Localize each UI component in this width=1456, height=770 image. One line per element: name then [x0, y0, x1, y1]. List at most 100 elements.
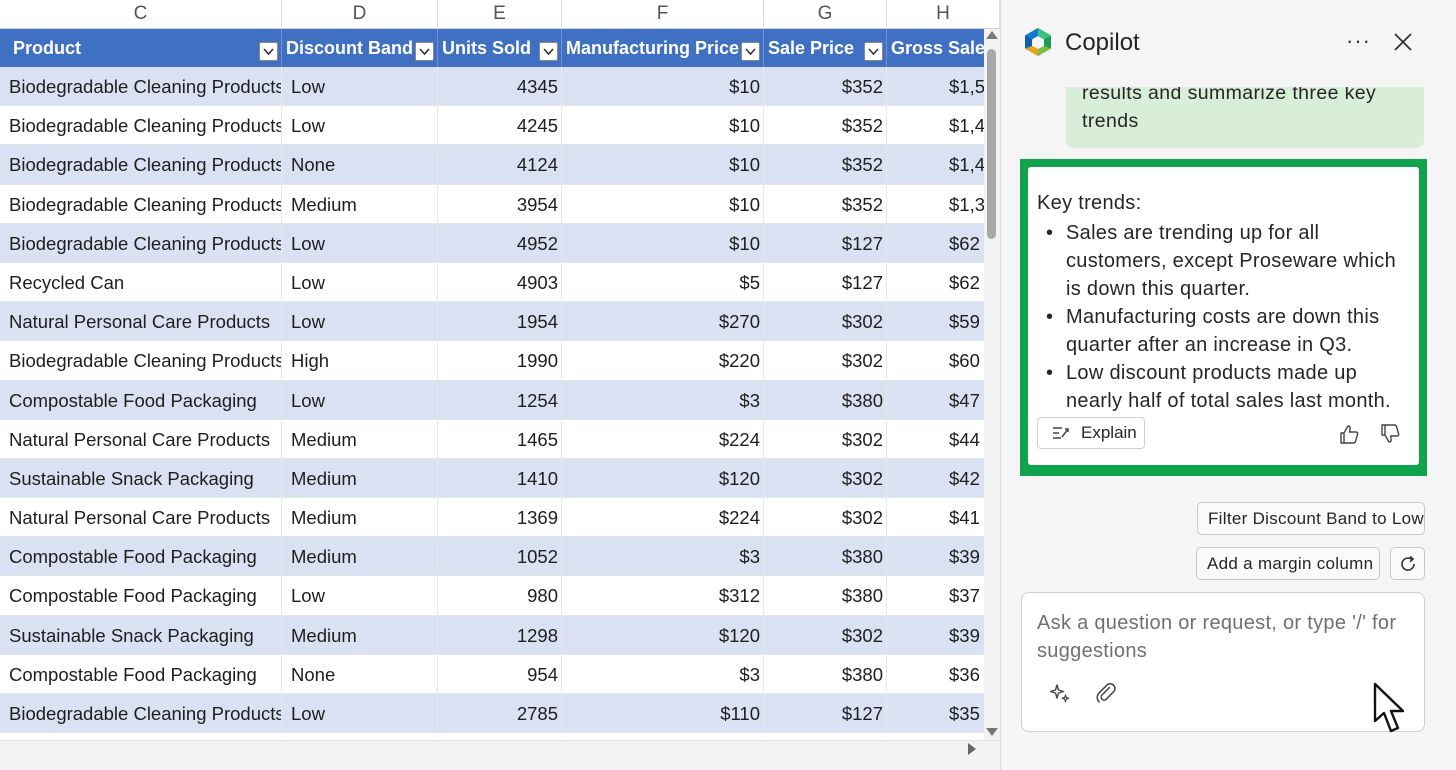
- header-product[interactable]: Product: [0, 29, 282, 67]
- horizontal-scrollbar[interactable]: [0, 740, 1000, 770]
- cell-units-sold[interactable]: 1465: [438, 419, 562, 459]
- cell-manufacturing-price[interactable]: $224: [562, 498, 764, 538]
- cell-sale-price[interactable]: $302: [764, 498, 887, 538]
- filter-dropdown-icon[interactable]: [415, 42, 434, 61]
- header-manufacturing-price[interactable]: Manufacturing Price: [562, 29, 764, 67]
- cell-discount-band[interactable]: Medium: [282, 537, 438, 577]
- column-letter-h[interactable]: H: [887, 0, 1000, 28]
- cell-discount-band[interactable]: Medium: [282, 419, 438, 459]
- cell-product[interactable]: Recycled Can: [0, 262, 282, 302]
- header-units-sold[interactable]: Units Sold: [438, 29, 562, 67]
- cell-manufacturing-price[interactable]: $3: [562, 380, 764, 420]
- header-sale-price[interactable]: Sale Price: [764, 29, 887, 67]
- suggestion-add-margin-column[interactable]: Add a margin column: [1196, 547, 1380, 580]
- cell-product[interactable]: Compostable Food Packaging: [0, 654, 282, 694]
- cell-manufacturing-price[interactable]: $110: [562, 694, 764, 733]
- cell-sale-price[interactable]: $302: [764, 419, 887, 459]
- cell-gross-sales[interactable]: $1,4: [887, 106, 984, 145]
- scroll-up-icon[interactable]: [986, 31, 998, 39]
- cell-units-sold[interactable]: 4903: [438, 262, 562, 302]
- cell-gross-sales[interactable]: $35: [887, 694, 984, 733]
- scrollbar-thumb[interactable]: [987, 49, 996, 239]
- cell-units-sold[interactable]: 1990: [438, 341, 562, 381]
- cell-sale-price[interactable]: $380: [764, 380, 887, 420]
- cell-units-sold[interactable]: 1369: [438, 498, 562, 538]
- cell-units-sold[interactable]: 954: [438, 654, 562, 694]
- cell-product[interactable]: Compostable Food Packaging: [0, 537, 282, 577]
- cell-manufacturing-price[interactable]: $5: [562, 262, 764, 302]
- cell-units-sold[interactable]: 4952: [438, 223, 562, 263]
- column-letter-f[interactable]: F: [562, 0, 764, 28]
- cell-discount-band[interactable]: Low: [282, 576, 438, 616]
- cell-discount-band[interactable]: High: [282, 341, 438, 381]
- cell-discount-band[interactable]: Low: [282, 67, 438, 106]
- cell-manufacturing-price[interactable]: $10: [562, 106, 764, 146]
- cell-sale-price[interactable]: $127: [764, 694, 887, 733]
- cell-gross-sales[interactable]: $44: [887, 420, 984, 459]
- cell-discount-band[interactable]: Medium: [282, 615, 438, 655]
- cell-gross-sales[interactable]: $39: [887, 616, 984, 655]
- cell-product[interactable]: Natural Personal Care Products: [0, 419, 282, 459]
- cell-product[interactable]: Biodegradable Cleaning Products: [0, 694, 282, 733]
- cell-manufacturing-price[interactable]: $312: [562, 576, 764, 616]
- cell-gross-sales[interactable]: $36: [887, 655, 984, 694]
- cell-units-sold[interactable]: 4345: [438, 67, 562, 106]
- refresh-suggestions-button[interactable]: [1390, 547, 1425, 580]
- cell-units-sold[interactable]: 1052: [438, 537, 562, 577]
- cell-sale-price[interactable]: $380: [764, 654, 887, 694]
- cell-product[interactable]: Biodegradable Cleaning Products: [0, 223, 282, 263]
- cell-gross-sales[interactable]: $1,5: [887, 67, 984, 106]
- header-discount-band[interactable]: Discount Band: [282, 29, 438, 67]
- cell-units-sold[interactable]: 1410: [438, 458, 562, 498]
- suggestion-filter-discount-band[interactable]: Filter Discount Band to Low: [1197, 502, 1425, 535]
- cell-product[interactable]: Biodegradable Cleaning Products: [0, 106, 282, 146]
- prompt-input[interactable]: [1037, 609, 1407, 669]
- cell-discount-band[interactable]: None: [282, 145, 438, 185]
- cell-manufacturing-price[interactable]: $10: [562, 145, 764, 185]
- cell-sale-price[interactable]: $302: [764, 302, 887, 342]
- cell-product[interactable]: Biodegradable Cleaning Products: [0, 341, 282, 381]
- scroll-down-icon[interactable]: [986, 728, 998, 736]
- cell-sale-price[interactable]: $302: [764, 615, 887, 655]
- cell-sale-price[interactable]: $352: [764, 184, 887, 224]
- sparkle-icon[interactable]: [1048, 681, 1072, 705]
- cell-units-sold[interactable]: 4245: [438, 106, 562, 146]
- cell-gross-sales[interactable]: $60: [887, 341, 984, 380]
- cell-product[interactable]: Sustainable Snack Packaging: [0, 615, 282, 655]
- cell-units-sold[interactable]: 3954: [438, 184, 562, 224]
- cell-discount-band[interactable]: Medium: [282, 458, 438, 498]
- cell-units-sold[interactable]: 2785: [438, 694, 562, 733]
- cell-product[interactable]: Biodegradable Cleaning Products: [0, 145, 282, 185]
- cell-sale-price[interactable]: $302: [764, 458, 887, 498]
- cell-gross-sales[interactable]: $62: [887, 263, 984, 302]
- cell-manufacturing-price[interactable]: $220: [562, 341, 764, 381]
- filter-dropdown-icon[interactable]: [539, 42, 558, 61]
- cell-product[interactable]: Compostable Food Packaging: [0, 380, 282, 420]
- cell-units-sold[interactable]: 980: [438, 576, 562, 616]
- cell-product[interactable]: Biodegradable Cleaning Products: [0, 184, 282, 224]
- cell-units-sold[interactable]: 4124: [438, 145, 562, 185]
- column-letter-g[interactable]: G: [764, 0, 887, 28]
- cell-gross-sales[interactable]: $62: [887, 224, 984, 263]
- cell-gross-sales[interactable]: $47: [887, 381, 984, 420]
- cell-sale-price[interactable]: $127: [764, 262, 887, 302]
- cell-sale-price[interactable]: $302: [764, 341, 887, 381]
- cell-units-sold[interactable]: 1298: [438, 615, 562, 655]
- cell-manufacturing-price[interactable]: $270: [562, 302, 764, 342]
- cell-product[interactable]: Biodegradable Cleaning Products: [0, 67, 282, 106]
- cell-manufacturing-price[interactable]: $3: [562, 654, 764, 694]
- cell-manufacturing-price[interactable]: $10: [562, 184, 764, 224]
- cell-discount-band[interactable]: Low: [282, 380, 438, 420]
- explain-button[interactable]: Explain: [1037, 417, 1145, 449]
- cell-manufacturing-price[interactable]: $120: [562, 458, 764, 498]
- cell-product[interactable]: Compostable Food Packaging: [0, 576, 282, 616]
- cell-product[interactable]: Natural Personal Care Products: [0, 302, 282, 342]
- cell-manufacturing-price[interactable]: $224: [562, 419, 764, 459]
- cell-sale-price[interactable]: $352: [764, 106, 887, 146]
- cell-manufacturing-price[interactable]: $3: [562, 537, 764, 577]
- cell-product[interactable]: Natural Personal Care Products: [0, 498, 282, 538]
- cell-gross-sales[interactable]: $1,3: [887, 185, 984, 224]
- cell-sale-price[interactable]: $380: [764, 576, 887, 616]
- cell-discount-band[interactable]: Low: [282, 223, 438, 263]
- cell-gross-sales[interactable]: $39: [887, 537, 984, 576]
